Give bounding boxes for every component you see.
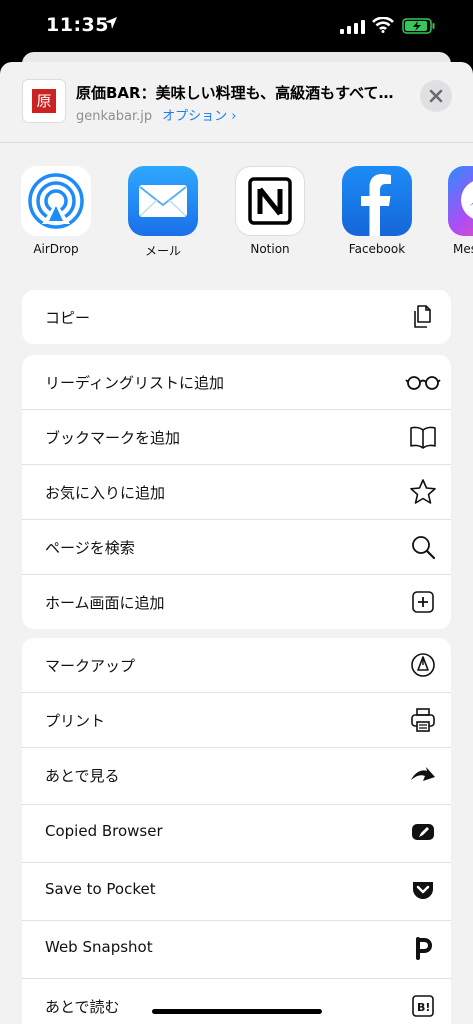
action-favorites[interactable]: お気に入りに追加 — [22, 465, 451, 520]
safari-actions-group: リーディングリストに追加 ブックマークを追加 お気に入りに追加 ページを検索 ホ… — [22, 355, 451, 629]
app-notion[interactable]: Notion — [234, 166, 306, 256]
app-label-airdrop: AirDrop — [33, 242, 79, 256]
action-copied-browser[interactable]: Copied Browser — [22, 805, 451, 863]
action-markup[interactable]: マークアップ — [22, 638, 451, 693]
action-find[interactable]: ページを検索 — [22, 520, 451, 575]
location-arrow-icon — [105, 17, 117, 29]
messenger-icon — [448, 166, 473, 236]
printer-icon — [411, 708, 435, 732]
share-sheet: 原 原価BAR：美味しい料理も、高級酒もすべて… genkabar.jp オプショ… — [0, 62, 473, 1024]
app-label-messenger: Mes — [453, 242, 473, 256]
copy-icon — [414, 305, 431, 328]
action-bookmark-label: ブックマークを追加 — [45, 429, 181, 447]
action-web-snapshot[interactable]: Web Snapshot — [22, 921, 451, 979]
action-atodeyomu[interactable]: あとで読む B! — [22, 979, 451, 1024]
cellular-signal-icon — [340, 20, 365, 34]
home-indicator[interactable] — [152, 1009, 322, 1014]
extensions-group: マークアップ プリント あとで見る Copied Browser Save to… — [22, 638, 451, 1024]
plus-square-icon — [412, 591, 434, 613]
app-label-facebook: Facebook — [348, 242, 406, 256]
airdrop-icon — [21, 166, 91, 236]
status-bar: 11:35 — [0, 0, 473, 52]
action-atodemiru-label: あとで見る — [45, 767, 120, 785]
search-icon — [412, 536, 436, 560]
wifi-icon — [372, 17, 394, 33]
action-reading-list-label: リーディングリストに追加 — [45, 374, 224, 392]
app-label-mail: メール — [144, 244, 181, 258]
battery-charging-icon — [402, 18, 435, 34]
app-messenger[interactable]: Mes — [447, 166, 473, 256]
clock: 11:35 — [46, 14, 109, 36]
svg-text:B!: B! — [417, 1001, 430, 1014]
mail-icon — [128, 166, 198, 236]
compass-icon — [412, 824, 434, 840]
action-bookmark[interactable]: ブックマークを追加 — [22, 410, 451, 465]
notion-icon — [235, 166, 305, 236]
app-airdrop[interactable]: AirDrop — [20, 166, 92, 256]
favicon-glyph: 原 — [32, 89, 56, 113]
action-favorites-label: お気に入りに追加 — [45, 484, 166, 502]
action-reading-list[interactable]: リーディングリストに追加 — [22, 355, 451, 410]
glasses-icon — [405, 376, 441, 390]
close-button[interactable] — [420, 80, 452, 112]
copy-group: コピー — [22, 290, 451, 344]
pocket-icon — [413, 882, 433, 899]
action-copy[interactable]: コピー — [22, 290, 451, 344]
action-home-screen-label: ホーム画面に追加 — [45, 594, 165, 612]
app-label-notion: Notion — [250, 242, 290, 256]
options-link[interactable]: オプション › — [162, 109, 236, 124]
close-icon — [429, 89, 443, 103]
action-atodeyomu-label: あとで読む — [45, 998, 120, 1016]
app-mail[interactable]: メール — [127, 166, 199, 259]
book-icon — [410, 426, 436, 449]
arrow-icon — [411, 767, 435, 781]
p-icon — [416, 937, 433, 960]
action-print-label: プリント — [45, 712, 106, 730]
action-print[interactable]: プリント — [22, 693, 451, 748]
action-copy-label: コピー — [45, 309, 91, 327]
app-facebook[interactable]: Facebook — [341, 166, 413, 256]
header-divider — [0, 142, 473, 143]
action-copied-browser-label: Copied Browser — [45, 822, 163, 840]
action-pocket-label: Save to Pocket — [45, 880, 156, 898]
markup-pen-icon — [411, 653, 435, 677]
site-url-line: genkabar.jp オプション › — [76, 105, 236, 124]
action-web-snapshot-label: Web Snapshot — [45, 938, 153, 956]
site-url: genkabar.jp — [76, 109, 153, 124]
hatena-b-icon: B! — [412, 995, 434, 1017]
action-atodemiru[interactable]: あとで見る — [22, 748, 451, 805]
action-home-screen[interactable]: ホーム画面に追加 — [22, 575, 451, 629]
action-find-label: ページを検索 — [45, 539, 135, 557]
action-pocket[interactable]: Save to Pocket — [22, 863, 451, 921]
star-icon — [410, 479, 436, 504]
action-markup-label: マークアップ — [45, 657, 136, 675]
share-header: 原 原価BAR：美味しい料理も、高級酒もすべて… genkabar.jp オプショ… — [0, 62, 473, 142]
page-title: 原価BAR：美味しい料理も、高級酒もすべて… — [76, 84, 394, 102]
facebook-icon — [342, 166, 412, 236]
site-favicon: 原 — [22, 79, 66, 123]
